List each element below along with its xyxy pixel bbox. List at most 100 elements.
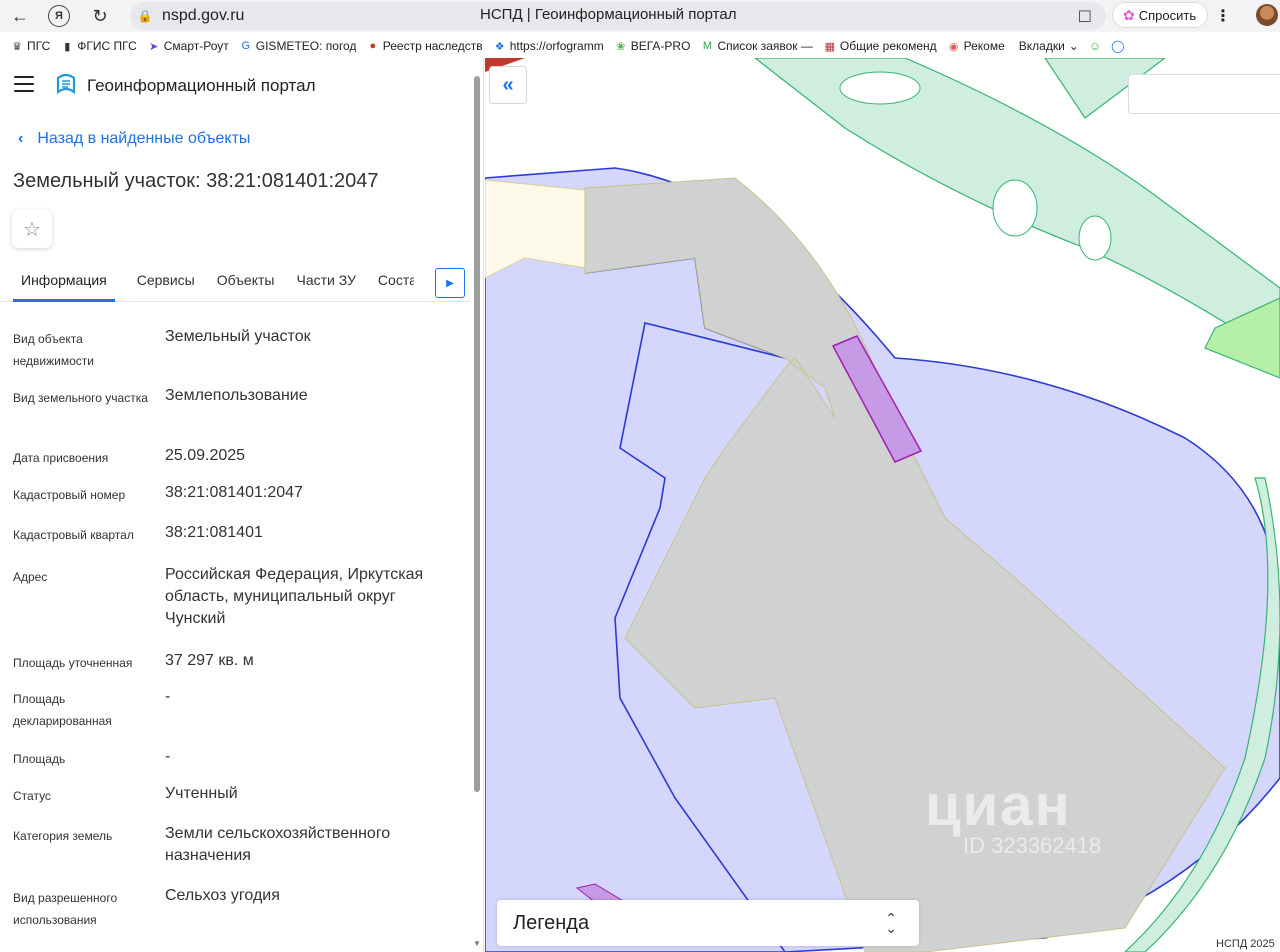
back-link-label: Назад в найденные объекты (37, 130, 251, 147)
property-value: Земли сельскохозяйственного назначения (165, 825, 391, 864)
bookmark-label: Реестр наследств (382, 39, 483, 53)
map-canvas[interactable] (485, 58, 1280, 952)
back-to-results-link[interactable]: ‹ Назад в найденные объекты (18, 130, 250, 148)
gismeteo-icon: G (241, 40, 251, 52)
url-text: nspd.gov.ru (162, 7, 245, 24)
lock-icon: 🔒 (137, 9, 153, 23)
bookmark-item[interactable]: ◉ Рекоме (947, 39, 1005, 53)
bookmarks-folder[interactable]: Вкладки ⌄ (1019, 39, 1079, 53)
property-value: Российская Федерация, Иркутская область,… (165, 566, 424, 627)
bookmark-item[interactable]: ♛ ПГС (10, 39, 50, 53)
legend-label: Легенда (513, 911, 590, 934)
tab-information[interactable]: Информация (13, 268, 115, 302)
property-label: Статус (13, 789, 51, 803)
scrollbar-thumb[interactable] (474, 76, 480, 792)
bookmark-label: ФГИС ПГС (77, 39, 137, 53)
property-label: Категория земель (13, 829, 113, 843)
bookmark-item[interactable]: ▦ Общие рекоменд (823, 39, 937, 53)
map-copyright: НСПД 2025 (1216, 938, 1275, 950)
bookmark-label: ПГС (27, 39, 51, 53)
property-label: Площадь уточненная (13, 656, 133, 670)
map-search-input[interactable] (1128, 74, 1280, 114)
property-label: Вид разрешенного использования (13, 891, 118, 927)
property-value: - (165, 748, 171, 765)
expand-toggle-icon[interactable]: ⌃ ⌄ (885, 911, 897, 935)
info-tabs: Информация Сервисы Объекты Части ЗУ Сост… (0, 268, 470, 302)
bookmark-label: Рекоме (963, 39, 1005, 53)
bookmark-item[interactable]: M Список заявок — (700, 39, 813, 53)
map-layers (485, 58, 1280, 952)
property-label: Вид земельного участка (13, 391, 148, 405)
yandex-logo-icon[interactable]: Я (48, 5, 70, 27)
lake-2 (992, 179, 1038, 237)
tab-composition[interactable]: Состав (378, 268, 414, 302)
bookmarks-bar: ♛ ПГС ▮ ФГИС ПГС ➤ Смарт-Роут G GISMETEO: погод… (0, 34, 1280, 58)
property-value: 25.09.2025 (165, 447, 246, 464)
lake-1 (839, 71, 921, 105)
watermark-id: ID 323362418 (963, 833, 1102, 858)
ai-sparkle-icon: ✿ (1123, 6, 1135, 23)
account-icon[interactable]: ☺ (1089, 39, 1101, 53)
bookmark-item[interactable]: ❖ https://orfogramm (493, 39, 604, 53)
cian-watermark: циан ID 323362418 (925, 772, 1101, 859)
bookmark-label: Общие рекоменд (839, 39, 937, 53)
bookmark-label: Список заявок — (717, 39, 813, 53)
legend-panel[interactable]: Легенда ⌃ ⌄ (497, 900, 919, 946)
bookmark-item[interactable]: G GISMETEO: погод (239, 39, 356, 53)
property-value: Учтенный (165, 785, 238, 802)
chevron-down-icon: ⌄ (1068, 39, 1079, 53)
back-arrow-icon[interactable]: ← (6, 2, 34, 30)
object-title: Земельный участок: 38:21:081401:2047 (13, 170, 379, 192)
bookmark-label: Смарт-Роут (163, 39, 229, 53)
bookmark-page-icon[interactable]: ☐ (1078, 7, 1092, 27)
browser-menu-icon[interactable]: ⋮ (1212, 4, 1234, 28)
property-label: Дата присвоения (13, 451, 109, 465)
orfogrammka-icon: ❖ (494, 40, 505, 53)
object-info-panel: Геоинформационный портал ‹ Назад в найде… (0, 58, 484, 952)
bookmark-item[interactable]: ▮ ФГИС ПГС (60, 39, 137, 53)
gmail-icon: M (702, 40, 713, 52)
bookmark-label: https://orfogramm (509, 39, 604, 53)
property-value: Сельхоз угодия (165, 887, 280, 904)
tab-objects[interactable]: Объекты (217, 268, 275, 302)
hamburger-menu-icon[interactable] (14, 76, 34, 92)
bookmark-label: GISMETEO: погод (255, 39, 356, 53)
property-label: Кадастровый квартал (13, 528, 134, 542)
property-value: - (165, 688, 171, 705)
tab-services[interactable]: Сервисы (137, 268, 195, 302)
property-label: Адрес (13, 570, 48, 584)
bookmark-label: ВЕГА-PRO (630, 39, 691, 53)
ask-ai-button[interactable]: ✿ Спросить (1112, 2, 1208, 28)
property-value: Земельный участок (165, 328, 311, 345)
portal-logo (56, 73, 76, 95)
property-label: Площадь (13, 752, 66, 766)
reload-icon[interactable]: ↻ (86, 2, 114, 30)
registry-icon: ● (369, 40, 377, 52)
collapse-panel-icon[interactable]: « (489, 66, 527, 104)
bookmark-item[interactable]: ● Реестр наследств (366, 39, 483, 53)
scroll-down-arrow-icon[interactable]: ▼ (473, 939, 481, 948)
panel-scrollbar[interactable]: ▼ (472, 60, 482, 948)
calendar-icon: ▦ (824, 40, 836, 53)
watermark-text: циан (925, 773, 1072, 838)
browser-toolbar: ← Я ↻ 🔒 nspd.gov.ru ☐ НСПД | Геоинформац… (0, 0, 1280, 32)
target-icon: ◉ (948, 40, 959, 53)
globe-icon[interactable]: ◯ (1111, 39, 1124, 53)
shield-icon: ▮ (64, 40, 71, 53)
tabs-scroll-right-icon[interactable]: ▶ (435, 268, 465, 298)
property-label: Площадь декларированная (13, 692, 112, 728)
lake-3 (1078, 215, 1112, 261)
property-value: Землепользование (165, 387, 308, 404)
property-value: 37 297 кв. м (165, 652, 254, 669)
chevron-left-icon: ‹ (18, 130, 24, 147)
tab-parcel-parts[interactable]: Части ЗУ (296, 268, 355, 302)
profile-avatar[interactable] (1256, 4, 1278, 26)
page-title: НСПД | Геоинформационный портал (480, 6, 737, 23)
bookmark-item[interactable]: ➤ Смарт-Роут (147, 39, 229, 53)
property-value: 38:21:081401:2047 (165, 484, 303, 501)
leaf-icon: ❀ (616, 40, 626, 53)
ask-ai-label: Спросить (1138, 7, 1197, 23)
bookmarks-folder-label: Вкладки (1018, 39, 1065, 53)
favorite-star-icon[interactable]: ☆ (12, 210, 52, 248)
bookmark-item[interactable]: ❀ ВЕГА-PRO (614, 39, 691, 53)
